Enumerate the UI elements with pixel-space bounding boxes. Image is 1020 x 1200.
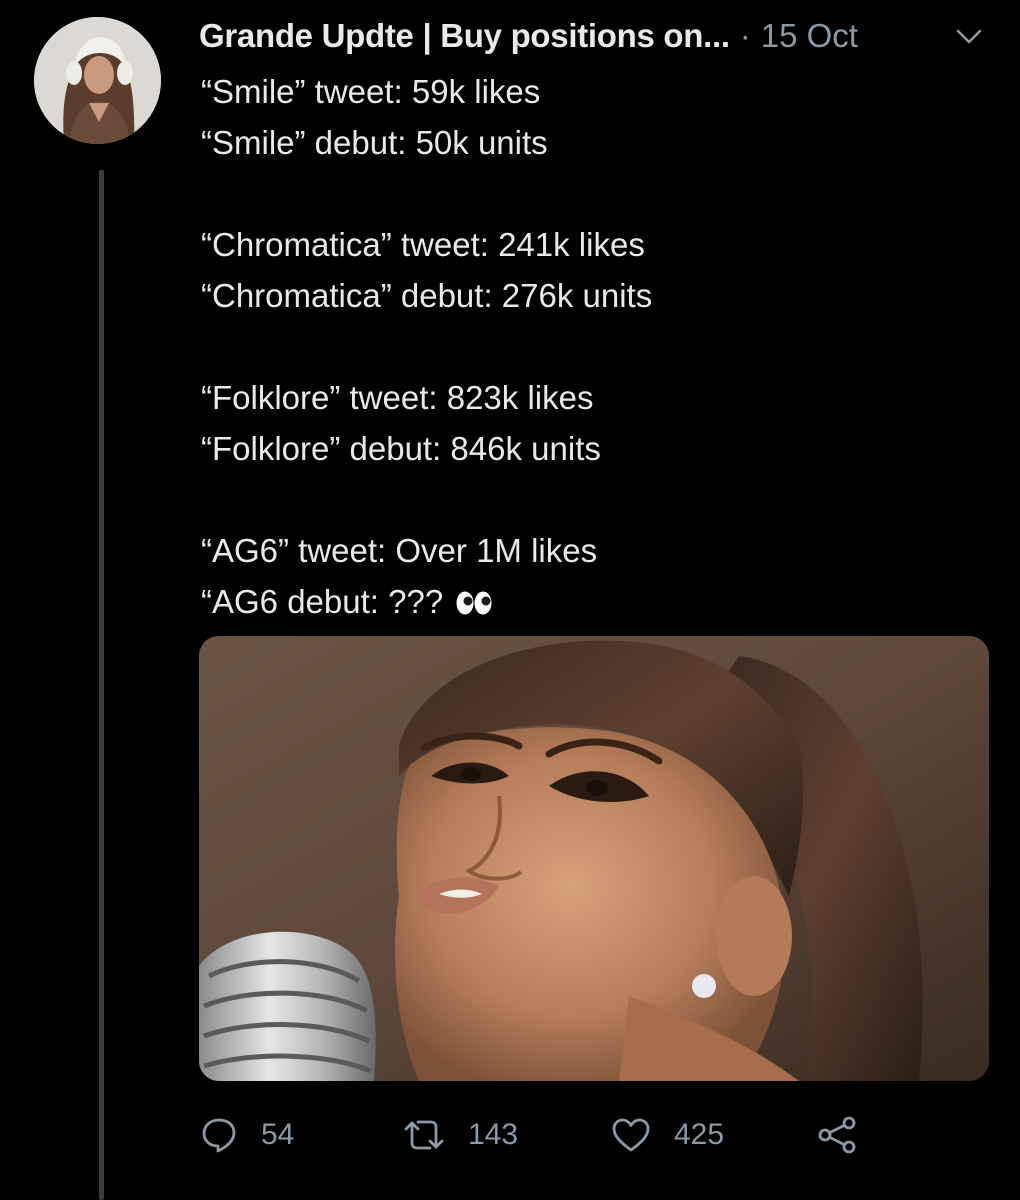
reply-button[interactable]: 54: [199, 1110, 294, 1160]
tweet-media[interactable]: [199, 636, 989, 1081]
photo-singer-microphone: [199, 636, 989, 1081]
like-count: 425: [674, 1118, 725, 1151]
tweet: Grande Updte | Buy positions on... · 15 …: [0, 0, 1020, 1200]
tweet-header: Grande Updte | Buy positions on... · 15 …: [199, 12, 999, 60]
retweet-count: 143: [468, 1118, 519, 1151]
tweet-line: “Smile” debut: 50k units: [201, 124, 548, 161]
display-name[interactable]: Grande Updte | Buy positions on...: [199, 17, 730, 55]
tweet-actions: 54 143 425: [199, 1110, 989, 1160]
tweet-line: “Smile” tweet: 59k likes: [201, 73, 541, 110]
tweet-line-last: “AG6 debut: ???: [201, 576, 991, 627]
retweet-icon: [404, 1120, 444, 1150]
like-button[interactable]: 425: [610, 1110, 724, 1160]
timestamp[interactable]: 15 Oct: [761, 17, 858, 55]
heart-icon: [612, 1118, 650, 1152]
tweet-line-text: “AG6 debut: ???: [201, 583, 444, 620]
microphone: [199, 931, 376, 1081]
tweet-line: “Folklore” debut: 846k units: [201, 430, 601, 467]
header-separator: ·: [739, 17, 751, 54]
chevron-down-icon[interactable]: [952, 24, 986, 48]
tweet-line: “Chromatica” tweet: 241k likes: [201, 226, 645, 263]
retweet-button[interactable]: 143: [402, 1110, 518, 1160]
eyes-emoji: [456, 579, 492, 615]
tweet-text: “Smile” tweet: 59k likes “Smile” debut: …: [201, 66, 991, 627]
thread-line: [99, 170, 104, 1200]
avatar[interactable]: [34, 17, 161, 144]
share-icon: [818, 1116, 856, 1154]
avatar-image: [34, 17, 161, 144]
reply-icon: [202, 1118, 236, 1153]
tweet-line: “AG6” tweet: Over 1M likes: [201, 532, 598, 569]
tweet-line: “Folklore” tweet: 823k likes: [201, 379, 594, 416]
tweet-line: “Chromatica” debut: 276k units: [201, 277, 653, 314]
reply-count: 54: [261, 1118, 295, 1151]
share-button[interactable]: [815, 1110, 859, 1160]
